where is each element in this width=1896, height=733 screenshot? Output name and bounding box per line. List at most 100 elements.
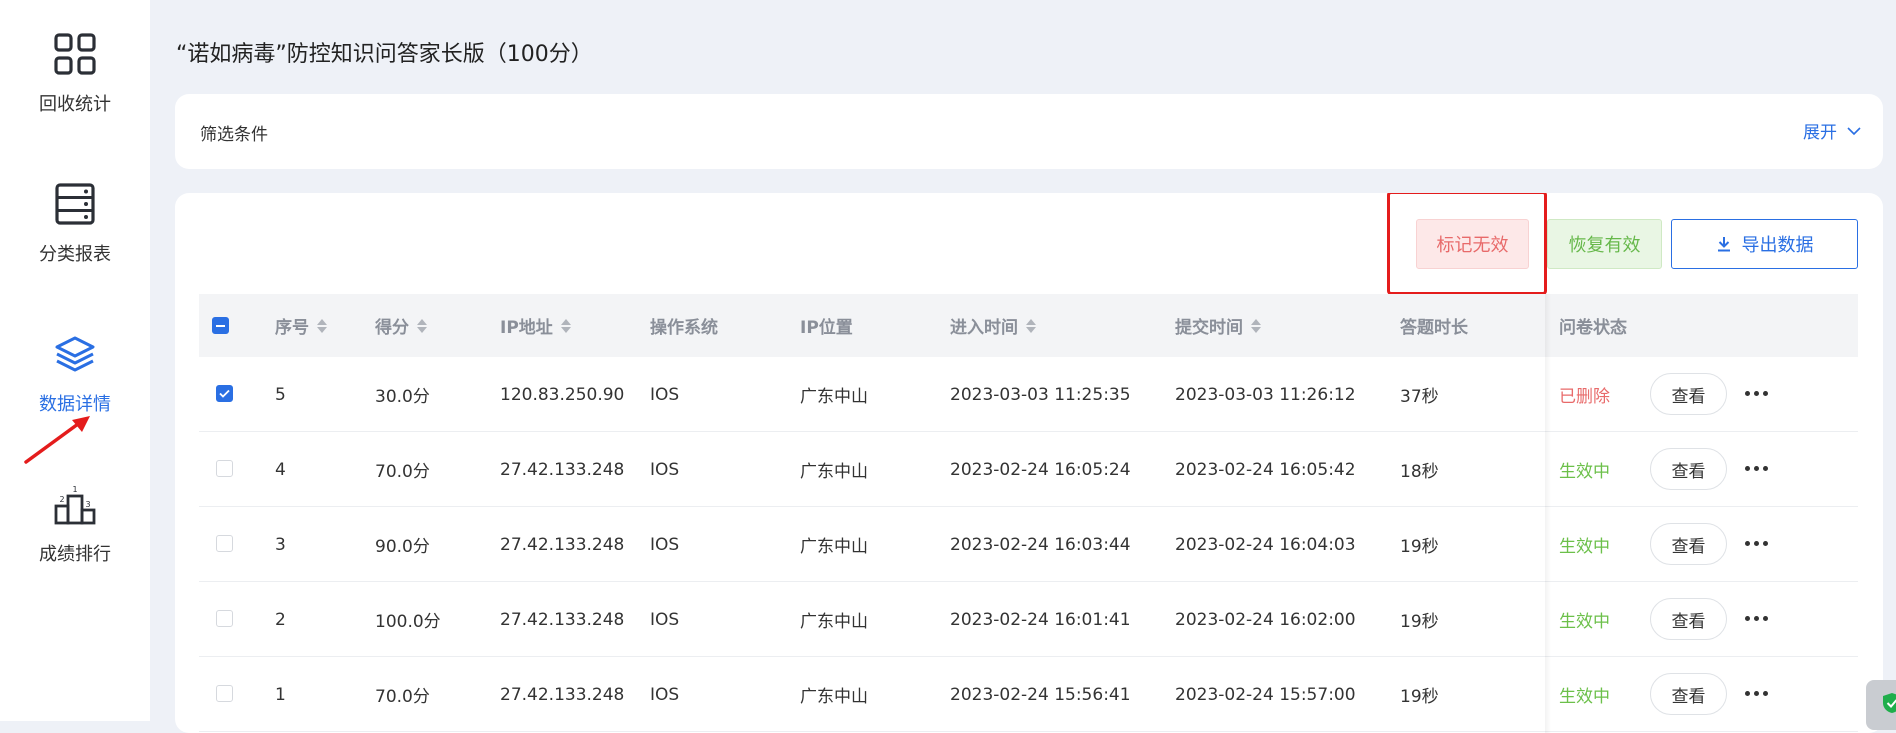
svg-text:2: 2 xyxy=(59,495,64,504)
column-header-duration: 答题时长 xyxy=(1400,294,1468,357)
row-checkbox[interactable] xyxy=(216,535,233,552)
status-badge: 生效中 xyxy=(1559,462,1610,482)
table-header: 序号 得分 IP地址 操作系统 IP位置 进入时间 提交时间 答题时长 问卷状态 xyxy=(199,294,1858,357)
header-label: IP位置 xyxy=(800,318,853,338)
data-panel: 标记无效 恢复有效 导出数据 序号 得分 IP地址 操作系统 IP位置 进入时间… xyxy=(175,193,1883,733)
header-label: 进入时间 xyxy=(950,318,1018,338)
header-label: 问卷状态 xyxy=(1559,318,1627,338)
cell-location: 广东中山 xyxy=(800,462,868,482)
grid-icon xyxy=(54,33,96,75)
cell-enter-time: 2023-03-03 11:25:35 xyxy=(950,384,1131,405)
cell-score: 100.0分 xyxy=(375,612,441,632)
cell-location: 广东中山 xyxy=(800,387,868,407)
cell-ip: 27.42.133.248 xyxy=(500,459,625,480)
sidebar: 回收统计 分类报表 数据详情 1 2 3 成绩排行 xyxy=(0,0,150,721)
sort-icon xyxy=(1026,318,1036,333)
cell-duration: 18秒 xyxy=(1400,462,1439,482)
column-header-status: 问卷状态 xyxy=(1559,294,1627,357)
annotation-arrow-icon xyxy=(24,416,90,464)
cell-submit-time: 2023-02-24 16:05:42 xyxy=(1175,459,1356,480)
cell-submit-time: 2023-02-24 16:02:00 xyxy=(1175,609,1356,630)
status-badge: 生效中 xyxy=(1559,537,1610,557)
export-data-button[interactable]: 导出数据 xyxy=(1671,219,1858,269)
sidebar-item-label: 分类报表 xyxy=(39,244,111,265)
cell-submit-time: 2023-03-03 11:26:12 xyxy=(1175,384,1356,405)
expand-label: 展开 xyxy=(1803,123,1837,143)
layers-icon xyxy=(55,336,95,372)
header-label: 序号 xyxy=(275,318,309,338)
export-label: 导出数据 xyxy=(1741,235,1814,256)
more-options-icon[interactable] xyxy=(1741,458,1771,478)
cell-index: 3 xyxy=(275,534,286,555)
cell-enter-time: 2023-02-24 16:05:24 xyxy=(950,459,1131,480)
server-list-icon xyxy=(55,183,95,225)
header-label: 操作系统 xyxy=(650,318,718,338)
cell-os: IOS xyxy=(650,534,680,555)
check-icon xyxy=(219,389,230,398)
header-label: IP地址 xyxy=(500,318,553,338)
mark-invalid-button[interactable]: 标记无效 xyxy=(1416,219,1529,269)
row-checkbox[interactable] xyxy=(216,460,233,477)
cell-duration: 19秒 xyxy=(1400,612,1439,632)
cell-index: 2 xyxy=(275,609,286,630)
view-button[interactable]: 查看 xyxy=(1650,598,1727,640)
column-header-submit-time[interactable]: 提交时间 xyxy=(1175,294,1261,357)
chevron-down-icon xyxy=(1847,126,1861,135)
column-header-index[interactable]: 序号 xyxy=(275,294,327,357)
more-options-icon[interactable] xyxy=(1741,683,1771,703)
cell-os: IOS xyxy=(650,609,680,630)
sidebar-item-reports[interactable]: 分类报表 xyxy=(0,150,150,280)
column-header-location: IP位置 xyxy=(800,294,853,357)
restore-valid-button[interactable]: 恢复有效 xyxy=(1547,219,1662,269)
more-options-icon[interactable] xyxy=(1741,383,1771,403)
table-row: 2 100.0分 27.42.133.248 IOS 广东中山 2023-02-24 16… xyxy=(199,582,1858,657)
table-row: 3 90.0分 27.42.133.248 IOS 广东中山 2023-02-24 16:… xyxy=(199,507,1858,582)
column-header-os: 操作系统 xyxy=(650,294,718,357)
page-title: “诺如病毒”防控知识问答家长版（100分） xyxy=(176,42,593,67)
sidebar-item-stats[interactable]: 回收统计 xyxy=(0,0,150,130)
fixed-column-shadow xyxy=(1545,294,1551,733)
cell-ip: 120.83.250.90 xyxy=(500,384,625,405)
cell-score: 90.0分 xyxy=(375,537,430,557)
cell-location: 广东中山 xyxy=(800,537,868,557)
status-badge: 已删除 xyxy=(1559,387,1610,407)
podium-icon: 1 2 3 xyxy=(54,485,96,525)
cell-duration: 37秒 xyxy=(1400,387,1439,407)
more-options-icon[interactable] xyxy=(1741,608,1771,628)
view-button[interactable]: 查看 xyxy=(1650,448,1727,490)
more-options-icon[interactable] xyxy=(1741,533,1771,553)
svg-text:3: 3 xyxy=(85,500,90,509)
table-row: 5 30.0分 120.83.250.90 IOS 广东中山 2023-03-03 11:… xyxy=(199,357,1858,432)
row-checkbox[interactable] xyxy=(216,685,233,702)
row-checkbox[interactable] xyxy=(216,610,233,627)
column-header-enter-time[interactable]: 进入时间 xyxy=(950,294,1036,357)
view-button[interactable]: 查看 xyxy=(1650,373,1727,415)
cell-location: 广东中山 xyxy=(800,612,868,632)
cell-os: IOS xyxy=(650,384,680,405)
sidebar-item-label: 成绩排行 xyxy=(39,544,111,565)
view-button[interactable]: 查看 xyxy=(1650,523,1727,565)
cell-score: 30.0分 xyxy=(375,387,430,407)
expand-filter-button[interactable]: 展开 xyxy=(1803,118,1861,143)
cell-enter-time: 2023-02-24 16:03:44 xyxy=(950,534,1131,555)
status-badge: 生效中 xyxy=(1559,612,1610,632)
svg-text:1: 1 xyxy=(72,485,77,494)
security-badge[interactable] xyxy=(1866,680,1896,730)
cell-submit-time: 2023-02-24 16:04:03 xyxy=(1175,534,1356,555)
shield-icon xyxy=(1883,693,1896,713)
header-label: 答题时长 xyxy=(1400,318,1468,338)
sidebar-item-data-detail[interactable]: 数据详情 xyxy=(0,300,150,430)
column-header-ip[interactable]: IP地址 xyxy=(500,294,571,357)
view-button[interactable]: 查看 xyxy=(1650,673,1727,715)
download-icon xyxy=(1717,237,1730,252)
column-header-score[interactable]: 得分 xyxy=(375,294,427,357)
cell-index: 5 xyxy=(275,384,286,405)
filter-label: 筛选条件 xyxy=(200,125,268,145)
cell-score: 70.0分 xyxy=(375,462,430,482)
sort-icon xyxy=(317,318,327,333)
select-all-checkbox[interactable] xyxy=(212,317,229,334)
filter-panel: 筛选条件 展开 xyxy=(175,94,1883,169)
row-checkbox[interactable] xyxy=(216,385,233,402)
cell-os: IOS xyxy=(650,459,680,480)
sidebar-item-ranking[interactable]: 1 2 3 成绩排行 xyxy=(0,450,150,580)
